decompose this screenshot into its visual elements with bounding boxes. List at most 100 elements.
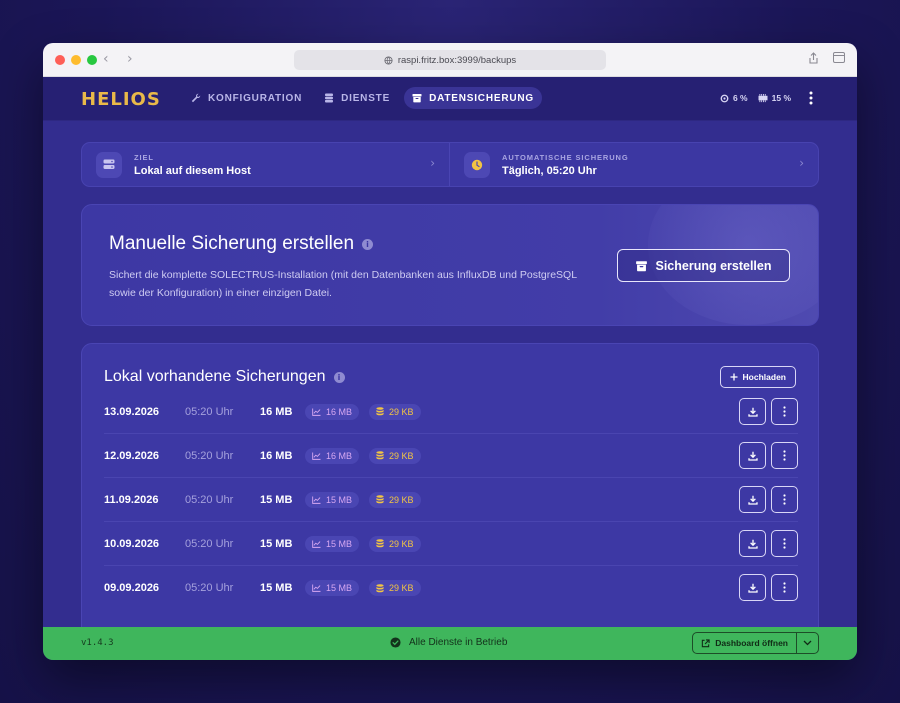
influx-size-badge: 16 MB [305,447,360,464]
sidebar-icon[interactable] [833,52,845,63]
check-circle-icon [390,637,401,648]
create-backup-button[interactable]: Sicherung erstellen [617,249,790,282]
address-bar[interactable]: raspi.fritz.box:3999/backups [294,50,606,70]
backup-date: 11.09.2026 [104,493,159,506]
open-dashboard-label: Dashboard öffnen [715,638,788,648]
more-vertical-icon [783,538,786,549]
backup-row: 09.09.2026 05:20 Uhr 15 MB 15 MB 29 KB [104,566,798,610]
nav-item-konfiguration[interactable]: KONFIGURATION [183,87,310,109]
chevron-left-icon[interactable]: ‹ [103,51,109,67]
app-header: HELIOS KONFIGURATION DIENSTE DATENSICHER… [43,77,857,121]
more-menu-icon[interactable] [809,91,813,105]
database-icon [376,407,384,416]
backup-date: 12.09.2026 [104,449,160,462]
row-menu-button[interactable] [771,574,798,601]
chart-line-icon [312,584,321,592]
backup-time: 05:20 Uhr [185,537,234,550]
row-menu-button[interactable] [771,530,798,557]
maximize-window-button[interactable] [87,55,97,65]
more-vertical-icon [783,582,786,593]
service-status: Alle Dienste in Betrieb [390,637,507,648]
row-menu-button[interactable] [771,398,798,425]
cpu-value: 6 % [732,93,748,103]
postgres-size-badge: 29 KB [369,535,421,552]
nav-item-dienste[interactable]: DIENSTE [316,87,398,109]
close-window-button[interactable] [55,55,65,65]
influx-size: 16 MB [326,450,353,461]
local-backups-card: Lokal vorhandene Sicherungen i Hochladen… [81,343,819,627]
browser-window: ‹ › raspi.fritz.box:3999/backups HELIOS … [43,43,857,660]
influx-size-badge: 16 MB [305,403,360,420]
backup-row: 10.09.2026 05:20 Uhr 15 MB 15 MB 29 KB [104,522,798,566]
info-icon[interactable]: i [333,371,345,383]
url-text: raspi.fritz.box:3999/backups [397,54,517,66]
influx-size: 15 MB [326,583,353,593]
download-button[interactable] [739,530,766,557]
chevron-right-icon: › [799,156,804,170]
influx-size: 15 MB [326,538,353,549]
window-controls [55,55,97,65]
backup-date: 09.09.2026 [104,582,160,594]
download-button[interactable] [739,574,766,601]
postgres-size-badge: 29 KB [369,447,421,464]
chevron-down-icon[interactable] [797,633,818,653]
backup-date: 13.09.2026 [104,405,160,418]
nav-label: DATENSICHERUNG [429,92,534,104]
info-icon[interactable]: i [362,238,374,250]
backup-actions [739,442,798,469]
database-icon [325,93,334,103]
share-icon[interactable] [808,52,819,64]
memory-stat: 15 % [758,93,791,103]
schedule-setting[interactable]: AUTOMATISCHE SICHERUNG Täglich, 05:20 Uh… [450,143,818,186]
plus-icon [730,373,738,381]
upload-button[interactable]: Hochladen [719,366,796,388]
main-nav: KONFIGURATION DIENSTE DATENSICHERUNG [183,87,542,109]
postgres-size: 29 KB [389,494,414,505]
backup-size: 15 MB [260,582,293,594]
nav-item-datensicherung[interactable]: DATENSICHERUNG [404,87,542,109]
backup-actions [739,530,798,557]
backup-date: 10.09.2026 [104,537,160,550]
chart-line-icon [312,407,321,416]
logo[interactable]: HELIOS [81,89,161,110]
download-icon [747,583,758,593]
globe-icon [384,55,393,65]
external-link-icon [702,638,710,647]
row-menu-button[interactable] [771,442,798,469]
target-setting[interactable]: ZIEL Lokal auf diesem Host › [82,143,450,186]
wrench-icon [191,93,201,103]
cpu-stat: 6 % [720,93,748,103]
memory-value: 15 % [771,93,791,103]
influx-size: 16 MB [326,406,353,417]
chart-line-icon [312,495,321,504]
backup-size: 16 MB [260,405,293,418]
archive-icon [412,94,422,103]
download-icon [747,539,758,549]
more-vertical-icon [783,450,786,461]
database-icon [376,451,384,460]
download-button[interactable] [739,398,766,425]
open-dashboard-button[interactable]: Dashboard öffnen [693,633,797,653]
status-footer: v1.4.3 Alle Dienste in Betrieb Dashboard… [43,627,857,660]
chart-line-icon [312,539,321,548]
backup-settings-bar: ZIEL Lokal auf diesem Host › AUTOMATISCH… [81,142,819,187]
nav-label: DIENSTE [341,92,391,104]
download-button[interactable] [739,486,766,513]
database-icon [376,495,384,504]
backup-size: 15 MB [260,493,293,506]
influx-size: 15 MB [326,494,353,505]
browser-chrome: ‹ › raspi.fritz.box:3999/backups [43,43,857,77]
system-stats: 6 % 15 % [720,93,791,103]
minimize-window-button[interactable] [71,55,81,65]
row-menu-button[interactable] [771,486,798,513]
download-button[interactable] [739,442,766,469]
create-backup-label: Sicherung erstellen [655,258,772,273]
manual-backup-description: Sichert die komplette SOLECTRUS-Installa… [109,269,577,299]
manual-backup-title: Manuelle Sicherung erstellen [109,233,355,254]
local-backups-title: Lokal vorhandene Sicherungen [104,368,326,385]
upload-label: Hochladen [742,372,786,382]
chevron-right-icon: › [430,156,435,170]
chevron-right-icon[interactable]: › [127,51,133,67]
server-icon [96,151,122,178]
backup-size: 15 MB [260,537,293,550]
